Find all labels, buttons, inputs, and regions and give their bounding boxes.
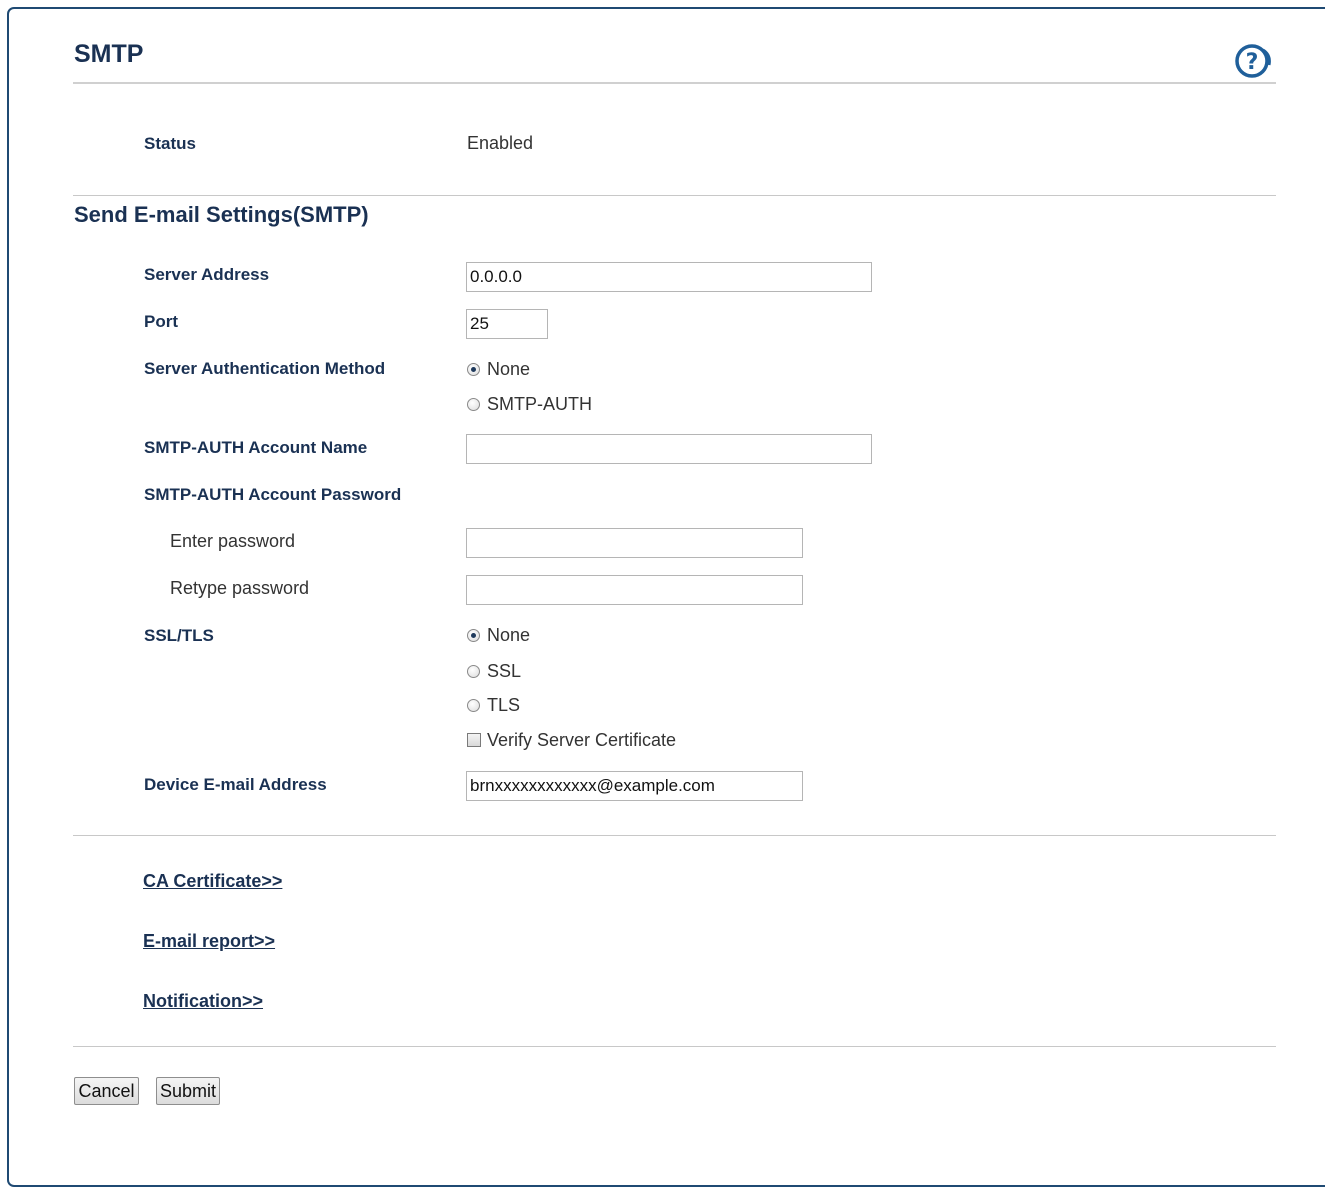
verify-certificate-label: Verify Server Certificate: [487, 729, 677, 750]
verify-certificate-option[interactable]: Verify Server Certificate: [467, 729, 676, 751]
section-title: Send E-mail Settings(SMTP): [74, 202, 369, 227]
auth-smtp-auth-option[interactable]: SMTP-AUTH: [467, 393, 592, 415]
ssl-none-radio[interactable]: [467, 628, 480, 642]
ssl-tls-option-label: TLS: [487, 694, 521, 715]
port-input[interactable]: [466, 309, 548, 339]
help-icon[interactable]: ?: [1231, 41, 1275, 81]
status-label: Status: [144, 134, 196, 153]
cancel-button[interactable]: Cancel: [74, 1077, 139, 1105]
server-address-label: Server Address: [144, 265, 270, 284]
auth-smtp-auth-radio[interactable]: [467, 397, 480, 411]
status-divider: [73, 195, 1276, 196]
settings-divider: [73, 835, 1276, 836]
ssl-ssl-radio[interactable]: [467, 664, 480, 678]
retype-password-input[interactable]: [466, 575, 803, 605]
ssl-none-option[interactable]: None: [467, 624, 530, 646]
svg-text:?: ?: [1246, 50, 1259, 75]
ca-certificate-link[interactable]: CA Certificate>>: [143, 871, 282, 892]
account-name-input[interactable]: [466, 434, 872, 464]
ssl-tls-option[interactable]: TLS: [467, 694, 520, 716]
verify-certificate-checkbox[interactable]: [467, 733, 481, 747]
auth-smtp-auth-label: SMTP-AUTH: [487, 393, 592, 414]
submit-button[interactable]: Submit: [156, 1077, 220, 1105]
links-divider: [73, 1046, 1276, 1047]
auth-method-label: Server Authentication Method: [144, 359, 386, 378]
auth-none-option[interactable]: None: [467, 358, 530, 380]
status-value: Enabled: [467, 133, 534, 153]
port-label: Port: [144, 312, 178, 331]
notification-link[interactable]: Notification>>: [143, 991, 263, 1012]
account-password-label: SMTP-AUTH Account Password: [144, 485, 402, 504]
device-email-input[interactable]: [466, 771, 803, 801]
enter-password-input[interactable]: [466, 528, 803, 558]
ssl-ssl-label: SSL: [487, 660, 522, 681]
retype-password-label: Retype password: [170, 578, 310, 598]
account-name-label: SMTP-AUTH Account Name: [144, 438, 368, 457]
server-address-input[interactable]: [466, 262, 872, 292]
auth-none-radio[interactable]: [467, 362, 480, 376]
email-report-link[interactable]: E-mail report>>: [143, 931, 275, 952]
ssl-none-label: None: [487, 624, 531, 645]
ssl-ssl-option[interactable]: SSL: [467, 660, 521, 682]
page-title: SMTP: [74, 40, 144, 68]
enter-password-label: Enter password: [170, 531, 296, 551]
ssl-tls-label: SSL/TLS: [144, 626, 214, 645]
header-divider: [73, 82, 1276, 84]
ssl-tls-radio[interactable]: [467, 698, 480, 712]
device-email-label: Device E-mail Address: [144, 775, 327, 794]
auth-none-label: None: [487, 358, 531, 379]
